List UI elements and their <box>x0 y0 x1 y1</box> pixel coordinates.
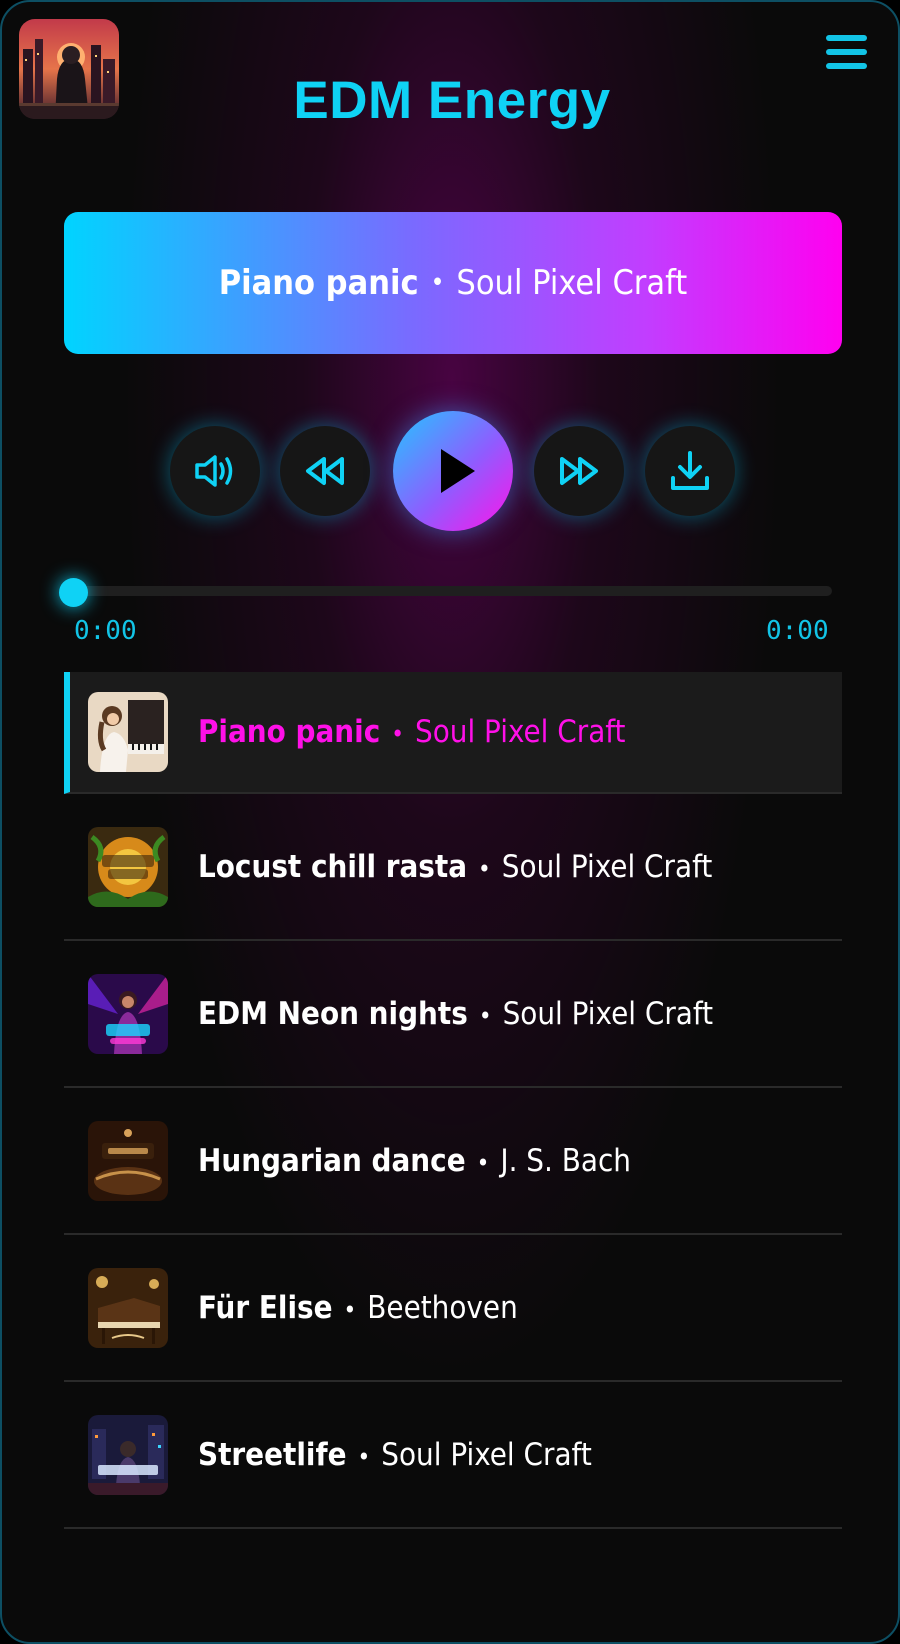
playlist-item[interactable]: Hungarian dance • J. S. Bach <box>64 1088 842 1235</box>
now-playing-separator: • <box>430 268 445 298</box>
playlist-item-separator: • <box>476 1148 490 1177</box>
playlist-item-title: Piano panic <box>198 714 381 750</box>
bach-image-icon <box>88 1120 168 1201</box>
bach-thumb <box>88 1120 168 1201</box>
playlist-item-title: Streetlife <box>198 1436 347 1473</box>
playlist-item[interactable]: Für Elise • Beethoven <box>64 1235 842 1382</box>
now-playing-title: Piano panic <box>218 263 419 303</box>
playlist-item-text: Piano panic • Soul Pixel Craft <box>198 714 625 750</box>
duration-time: 0:00 <box>766 616 829 646</box>
download-icon <box>671 451 709 490</box>
locust-chill-image-icon <box>88 826 168 907</box>
playlist-item-artist: J. S. Bach <box>500 1142 631 1179</box>
fur-elise-thumb <box>88 1267 168 1348</box>
page-title: EDM Energy <box>293 71 611 130</box>
playlist-item-title: Für Elise <box>198 1289 333 1326</box>
playlist-item-text: Für Elise • Beethoven <box>198 1290 518 1326</box>
edm-neon-thumb <box>88 973 168 1054</box>
playlist-item[interactable]: Piano panic • Soul Pixel Craft <box>64 672 842 794</box>
playlist-item-separator: • <box>478 854 491 883</box>
streetlife-image-icon <box>88 1414 168 1495</box>
playlist-item-title: Hungarian dance <box>198 1142 466 1179</box>
play-button[interactable] <box>393 411 513 531</box>
playlist-item-separator: • <box>391 720 404 748</box>
fast-forward-icon <box>560 457 598 485</box>
now-playing-card: Piano panic • Soul Pixel Craft <box>64 212 842 354</box>
playlist-item[interactable]: Locust chill rasta • Soul Pixel Craft <box>64 794 842 941</box>
volume-icon <box>195 455 233 487</box>
piano-girl-image-icon <box>88 692 168 772</box>
download-button[interactable] <box>645 426 735 516</box>
playlist-item[interactable]: Streetlife • Soul Pixel Craft <box>64 1382 842 1529</box>
volume-button[interactable] <box>170 426 260 516</box>
hamburger-menu-icon[interactable] <box>826 35 871 73</box>
fur-elise-image-icon <box>88 1267 168 1348</box>
playlist-item-text: Streetlife • Soul Pixel Craft <box>198 1437 592 1473</box>
fast-forward-button[interactable] <box>534 426 624 516</box>
playlist-item-title: Locust chill rasta <box>198 848 468 885</box>
playlist-item-artist: Soul Pixel Craft <box>501 848 713 885</box>
playlist: Piano panic • Soul Pixel Craft Locust chil… <box>64 672 842 1529</box>
app-frame: EDM Energy Piano panic • Soul Pixel Craf… <box>0 0 900 1644</box>
playlist-item-artist: Soul Pixel Craft <box>415 714 626 750</box>
playlist-item-artist: Beethoven <box>367 1289 518 1326</box>
playlist-item-text: Hungarian dance • J. S. Bach <box>198 1143 631 1179</box>
locust-chill-thumb <box>88 826 168 907</box>
playlist-item[interactable]: EDM Neon nights • Soul Pixel Craft <box>64 941 842 1088</box>
playlist-item-separator: • <box>478 1001 492 1030</box>
playlist-item-title: EDM Neon nights <box>198 995 468 1032</box>
playlist-item-text: EDM Neon nights • Soul Pixel Craft <box>198 996 713 1032</box>
play-icon <box>441 449 475 493</box>
playlist-item-separator: • <box>357 1442 371 1471</box>
now-playing-artist: Soul Pixel Craft <box>456 263 688 303</box>
progress-track[interactable] <box>64 586 832 596</box>
playlist-item-text: Locust chill rasta • Soul Pixel Craft <box>198 849 712 885</box>
current-time: 0:00 <box>74 616 137 646</box>
progress-knob[interactable] <box>59 578 88 607</box>
streetlife-thumb <box>88 1414 168 1495</box>
playlist-item-separator: • <box>343 1295 357 1324</box>
rewind-button[interactable] <box>280 426 370 516</box>
rewind-icon <box>306 457 344 485</box>
playlist-item-artist: Soul Pixel Craft <box>502 995 714 1032</box>
piano-girl-thumb <box>88 692 168 772</box>
playlist-item-artist: Soul Pixel Craft <box>381 1436 592 1473</box>
edm-neon-image-icon <box>88 973 168 1054</box>
